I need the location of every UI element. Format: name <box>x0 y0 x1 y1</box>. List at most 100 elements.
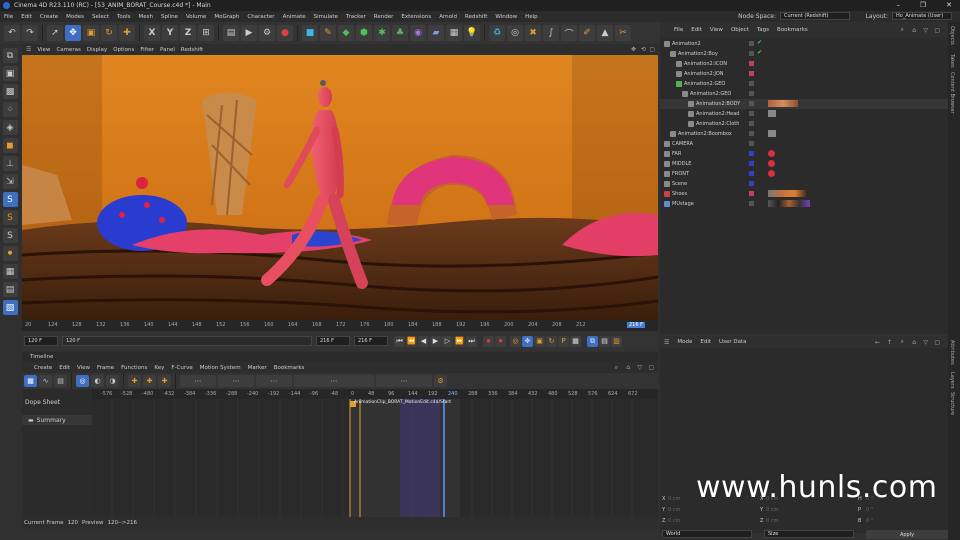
dope-sheet-tracks[interactable]: AnimationClip_BORAT_MotionEdit.c4d/Start <box>92 399 658 517</box>
next-key-icon[interactable]: ⏩ <box>454 335 465 347</box>
subdivision-icon[interactable]: ◆ <box>338 25 354 41</box>
timeline-ruler[interactable]: 20 124 128 132 136 140 144 148 152 156 1… <box>22 320 658 331</box>
live-select-icon[interactable]: ➚ <box>47 25 63 41</box>
rotation-key-icon[interactable]: ↻ <box>546 335 557 347</box>
key-linear-icon[interactable]: ✚ <box>128 375 141 387</box>
menu-extensions[interactable]: Extensions <box>397 14 435 20</box>
tweak-mode-icon[interactable]: ⇲ <box>2 174 18 189</box>
tag-icon[interactable] <box>768 130 776 137</box>
parameter-key-icon[interactable]: P <box>558 335 569 347</box>
tab-attributes[interactable]: Attributes <box>949 340 955 365</box>
timeline-home-icon[interactable]: ⌂ <box>626 364 630 371</box>
visibility-toggle[interactable] <box>749 91 754 96</box>
recent-tools-icon[interactable]: ✚ <box>119 25 135 41</box>
record-active-icon[interactable]: ⏺ <box>483 335 494 347</box>
apply-button[interactable]: Apply <box>866 530 948 539</box>
rot-b-value[interactable]: 0 ° <box>866 518 873 524</box>
axis-mode-icon[interactable]: ⊥ <box>2 156 18 171</box>
object-row[interactable]: FAR <box>660 149 948 159</box>
texture-mode-icon[interactable]: ▩ <box>2 84 18 99</box>
tab-structure[interactable]: Structure <box>949 392 955 415</box>
maximize-button[interactable]: ❐ <box>920 1 926 9</box>
end-frame-field[interactable]: 216 F <box>316 336 350 346</box>
timeline-expand-icon[interactable]: ▢ <box>648 364 654 371</box>
snapping-s-icon[interactable]: S <box>2 192 18 207</box>
objects-filter-icon[interactable]: ▽ <box>923 27 928 34</box>
objects-home-icon[interactable]: ⌂ <box>912 27 916 34</box>
viewport-zoom-icon[interactable]: ⟲ <box>641 46 646 53</box>
move-tool-icon[interactable]: ✥ <box>65 25 81 41</box>
previous-frame-icon[interactable]: ◀ <box>418 335 429 347</box>
weight-group-icon[interactable]: ⋯ <box>376 375 432 387</box>
brush-icon[interactable]: ⌒ <box>561 25 577 41</box>
preview-range-slider[interactable]: 120 F <box>62 336 312 346</box>
objects-menu-edit[interactable]: Edit <box>691 27 702 33</box>
schedule-icon[interactable]: ▤ <box>599 335 610 347</box>
close-button[interactable]: ✕ <box>946 1 952 9</box>
workplane-s-icon[interactable]: S <box>2 228 18 243</box>
menu-animate[interactable]: Animate <box>279 14 310 20</box>
object-row[interactable]: Animation2:BODY <box>660 99 948 109</box>
visibility-toggle[interactable] <box>749 201 754 206</box>
timeline-menu-frame[interactable]: Frame <box>97 365 114 371</box>
visibility-toggle[interactable] <box>749 71 754 76</box>
object-row[interactable]: Animation2 ✔ <box>660 39 948 49</box>
z-axis-lock-icon[interactable]: Z <box>180 25 196 41</box>
visibility-toggle[interactable] <box>749 161 754 166</box>
attr-up-icon[interactable]: ↑ <box>887 339 892 346</box>
coord-y-value[interactable]: 0 cm <box>668 507 680 513</box>
menu-select[interactable]: Select <box>88 14 113 20</box>
x-axis-lock-icon[interactable]: X <box>144 25 160 41</box>
timeline-menu-motion-system[interactable]: Motion System <box>200 365 241 371</box>
points-mode-icon[interactable]: ⁘ <box>2 102 18 117</box>
viewport-menu-cameras[interactable]: Cameras <box>56 47 80 53</box>
floor-grid-icon[interactable]: ▧ <box>2 300 18 315</box>
timeline-menu-edit[interactable]: Edit <box>59 365 70 371</box>
timeline-menu-marker[interactable]: Marker <box>248 365 267 371</box>
playhead-frame-label[interactable]: 216 F <box>627 322 646 328</box>
object-row[interactable]: MIDDLE <box>660 159 948 169</box>
material-tags-icon[interactable] <box>768 100 798 107</box>
coordinate-system-icon[interactable]: ⊞ <box>198 25 214 41</box>
play-icon[interactable]: ▶ <box>430 335 441 347</box>
fcurve-mode-icon[interactable]: ∿ <box>39 375 52 387</box>
material-tags-icon[interactable] <box>768 190 808 197</box>
menu-window[interactable]: Window <box>491 14 521 20</box>
viewport-menu-view[interactable]: View <box>37 47 50 53</box>
tab-content-browser[interactable]: Content Browser <box>949 72 955 114</box>
object-row[interactable]: Scene <box>660 179 948 189</box>
max-frame-field[interactable]: 216 F <box>354 336 388 346</box>
minimize-button[interactable]: – <box>897 1 901 9</box>
objects-menu-view[interactable]: View <box>710 27 723 33</box>
scale-tool-icon[interactable]: ▣ <box>83 25 99 41</box>
bend-deformer-icon[interactable]: ✱ <box>374 25 390 41</box>
objects-menu-bookmarks[interactable]: Bookmarks <box>777 27 808 33</box>
timeline-menu-functions[interactable]: Functions <box>121 365 147 371</box>
snap-icon[interactable]: ✖ <box>525 25 541 41</box>
attr-lock-icon[interactable]: ⌂ <box>912 339 916 346</box>
object-row[interactable]: Animation2:GEO <box>660 89 948 99</box>
make-editable-icon[interactable]: ⧉ <box>2 48 18 63</box>
menu-edit[interactable]: Edit <box>17 14 36 20</box>
visibility-toggle[interactable] <box>749 61 754 66</box>
viewport-solo-icon[interactable]: ◎ <box>507 25 523 41</box>
object-row[interactable]: FRONT <box>660 169 948 179</box>
timeline-window-icon[interactable]: ⧉ <box>587 335 598 347</box>
knife-icon[interactable]: ✂ <box>615 25 631 41</box>
attr-menu-user-data[interactable]: User Data <box>719 339 746 345</box>
menu-create[interactable]: Create <box>36 14 62 20</box>
sculpt-icon[interactable]: ▲ <box>597 25 613 41</box>
object-row[interactable]: Animation2:Head <box>660 109 948 119</box>
attr-back-icon[interactable]: ← <box>875 339 880 346</box>
cube-primitive-icon[interactable]: ■ <box>302 25 318 41</box>
menu-modes[interactable]: Modes <box>62 14 88 20</box>
coordinate-mode-dropdown[interactable]: World <box>662 530 752 538</box>
coord-x-value[interactable]: 0 cm <box>668 496 680 502</box>
next-frame-icon[interactable]: ▷ <box>442 335 453 347</box>
node-space-dropdown[interactable]: Current (Redshift) <box>780 12 850 20</box>
object-row[interactable]: Animation2:JON <box>660 69 948 79</box>
pen-spline-icon[interactable]: ✎ <box>320 25 336 41</box>
material-tag-icon[interactable] <box>768 170 775 177</box>
keyframe-mode-icon[interactable]: ◎ <box>76 375 89 387</box>
summary-row[interactable]: ▬ Summary <box>22 415 92 425</box>
